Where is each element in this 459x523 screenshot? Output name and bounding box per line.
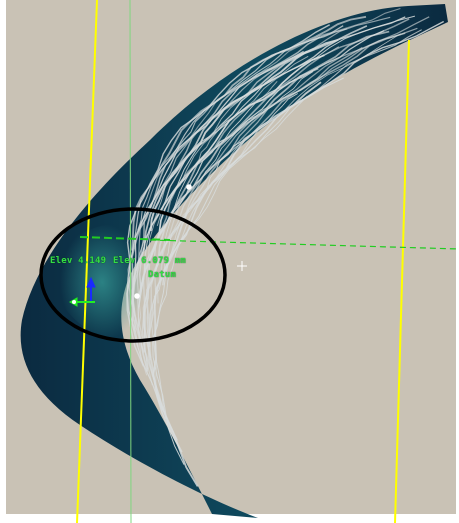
point-marker-icon[interactable] — [186, 184, 192, 190]
3d-viewport[interactable]: Elev 4.149 Elev 6.079 mm Datum — [0, 0, 459, 523]
elevation-right-label: Elev 6.079 mm — [113, 256, 187, 266]
axis-gizmo-origin — [72, 300, 76, 304]
datum-label: Datum — [148, 270, 177, 280]
elevation-left-label: Elev 4.149 — [50, 256, 107, 266]
point-marker-icon[interactable] — [134, 293, 140, 299]
